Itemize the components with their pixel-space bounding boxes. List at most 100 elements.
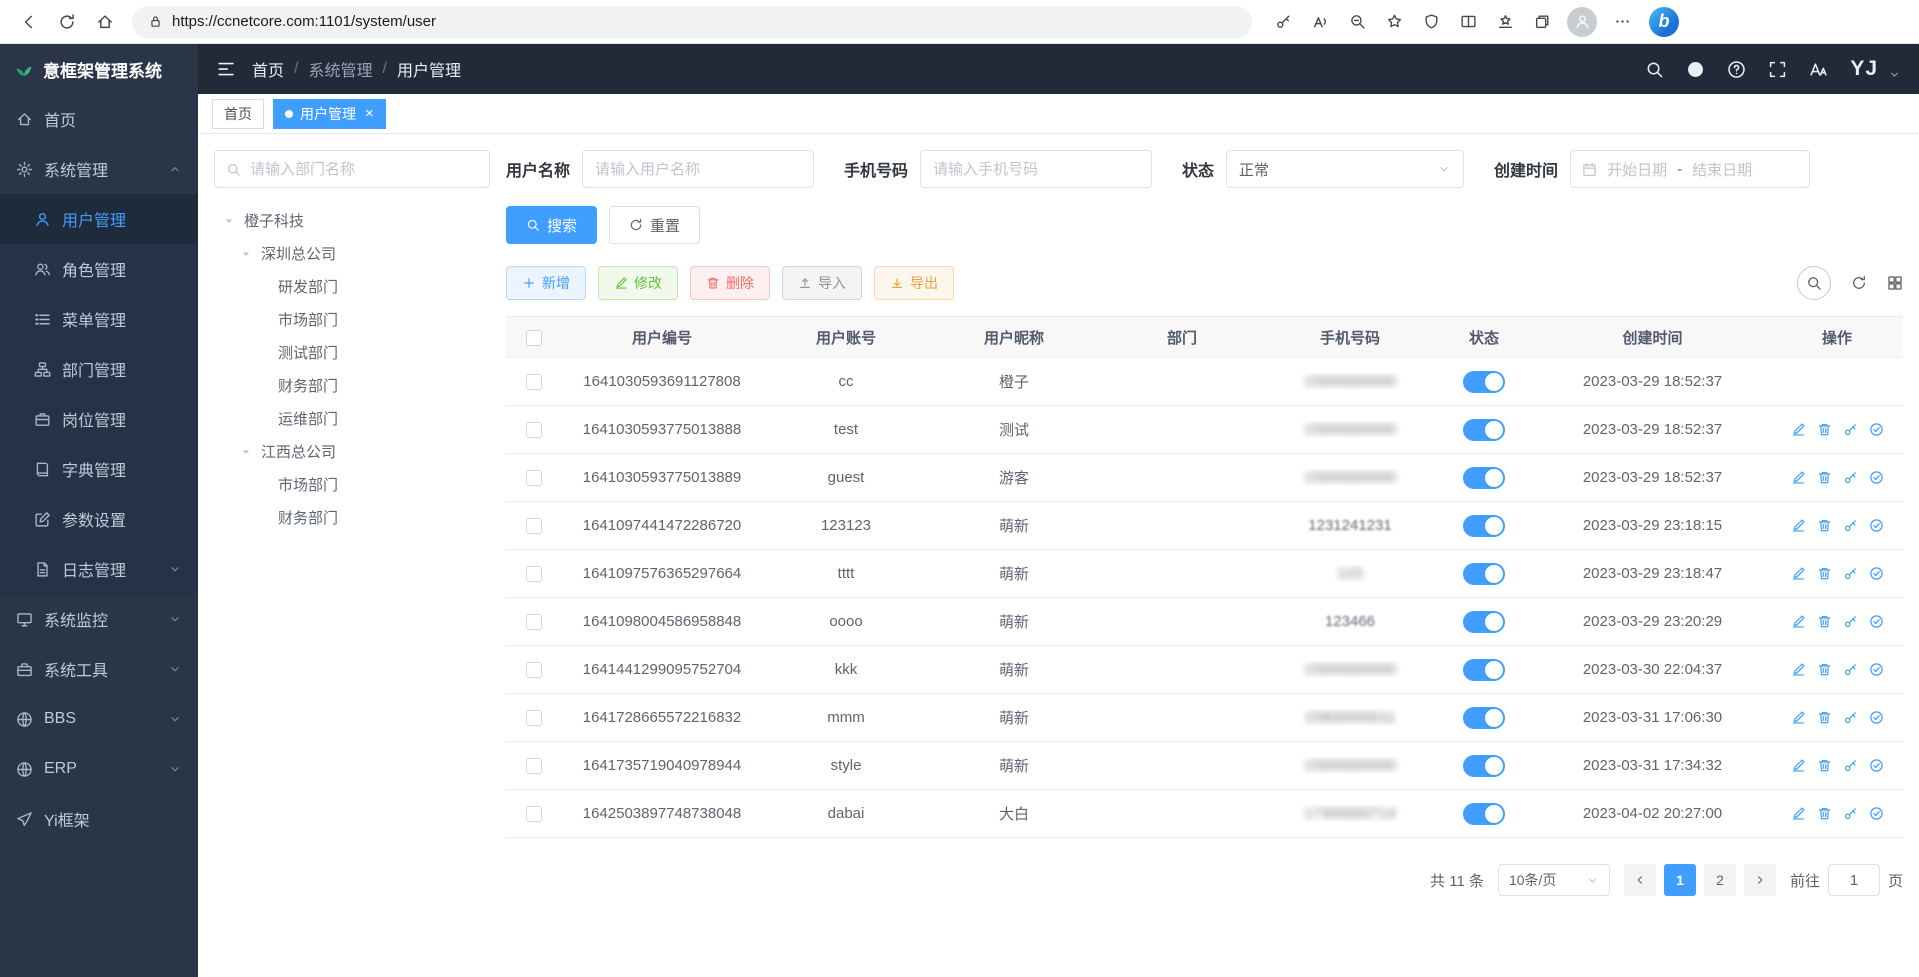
status-toggle[interactable]: [1463, 707, 1505, 729]
tree-node[interactable]: 江西总公司: [214, 435, 490, 468]
row-edit-icon[interactable]: [1791, 758, 1806, 773]
row-check-circle-icon[interactable]: [1869, 806, 1884, 821]
read-aloud-icon[interactable]: [1303, 5, 1337, 39]
sidebar-item-role[interactable]: 角色管理: [0, 244, 198, 294]
table-row[interactable]: 1642503897748738048dabai大白17300000714202…: [506, 790, 1903, 838]
home-icon[interactable]: [88, 5, 122, 39]
status-toggle[interactable]: [1463, 563, 1505, 585]
bing-icon[interactable]: b: [1649, 7, 1679, 37]
row-check-circle-icon[interactable]: [1869, 518, 1884, 533]
row-check-circle-icon[interactable]: [1869, 566, 1884, 581]
fullscreen-icon[interactable]: [1768, 60, 1787, 79]
key-icon[interactable]: [1266, 5, 1300, 39]
row-checkbox[interactable]: [526, 422, 542, 438]
row-key-icon[interactable]: [1843, 662, 1858, 677]
row-check-circle-icon[interactable]: [1869, 614, 1884, 629]
row-edit-icon[interactable]: [1791, 710, 1806, 725]
page-button-1[interactable]: 1: [1664, 864, 1696, 896]
sidebar-item-monitor[interactable]: 系统监控: [0, 594, 198, 644]
row-checkbox[interactable]: [526, 566, 542, 582]
row-checkbox[interactable]: [526, 710, 542, 726]
row-key-icon[interactable]: [1843, 518, 1858, 533]
row-trash-icon[interactable]: [1817, 662, 1832, 677]
row-key-icon[interactable]: [1843, 710, 1858, 725]
refresh-icon[interactable]: [1851, 275, 1867, 291]
zoom-out-icon[interactable]: [1340, 5, 1374, 39]
row-trash-icon[interactable]: [1817, 566, 1832, 581]
row-edit-icon[interactable]: [1791, 614, 1806, 629]
row-checkbox[interactable]: [526, 614, 542, 630]
star-add-icon[interactable]: [1377, 5, 1411, 39]
table-row[interactable]: 1641097576365297664tttt萌新1232023-03-29 2…: [506, 550, 1903, 598]
row-checkbox[interactable]: [526, 374, 542, 390]
table-row[interactable]: 1641030593775013889guest游客15000000000202…: [506, 454, 1903, 502]
row-key-icon[interactable]: [1843, 470, 1858, 485]
row-checkbox[interactable]: [526, 470, 542, 486]
table-row[interactable]: 1641097441472286720123123萌新1231241231202…: [506, 502, 1903, 550]
tree-node[interactable]: 财务部门: [214, 369, 490, 402]
status-toggle[interactable]: [1463, 803, 1505, 825]
edit-button[interactable]: 修改: [598, 266, 678, 300]
status-toggle[interactable]: [1463, 611, 1505, 633]
row-checkbox[interactable]: [526, 662, 542, 678]
next-page-button[interactable]: [1744, 864, 1776, 896]
status-select[interactable]: 正常: [1226, 150, 1464, 188]
sidebar-item-log[interactable]: 日志管理: [0, 544, 198, 594]
chevron-down-icon[interactable]: [1888, 68, 1901, 81]
search-icon[interactable]: [1645, 60, 1664, 79]
import-button[interactable]: 导入: [782, 266, 862, 300]
tab-用户管理[interactable]: 用户管理×: [273, 99, 386, 129]
url-text[interactable]: https://ccnetcore.com:1101/system/user: [172, 13, 436, 30]
profile-avatar[interactable]: [1567, 7, 1597, 37]
sidebar-item-bbs[interactable]: BBS: [0, 694, 198, 744]
split-screen-icon[interactable]: [1451, 5, 1485, 39]
add-button[interactable]: 新增: [506, 266, 586, 300]
row-key-icon[interactable]: [1843, 806, 1858, 821]
sidebar-item-dept[interactable]: 部门管理: [0, 344, 198, 394]
search-icon[interactable]: [1797, 266, 1831, 300]
page-size-select[interactable]: 10条/页: [1498, 864, 1610, 896]
row-trash-icon[interactable]: [1817, 710, 1832, 725]
row-trash-icon[interactable]: [1817, 470, 1832, 485]
row-trash-icon[interactable]: [1817, 758, 1832, 773]
reload-icon[interactable]: [50, 5, 84, 39]
sidebar-item-system[interactable]: 系统管理: [0, 144, 198, 194]
row-checkbox[interactable]: [526, 518, 542, 534]
search-button[interactable]: 搜索: [506, 206, 597, 244]
export-button[interactable]: 导出: [874, 266, 954, 300]
question-icon[interactable]: [1727, 60, 1746, 79]
sidebar-item-menu[interactable]: 菜单管理: [0, 294, 198, 344]
row-trash-icon[interactable]: [1817, 614, 1832, 629]
tree-node[interactable]: 橙子科技: [214, 204, 490, 237]
address-bar[interactable]: https://ccnetcore.com:1101/system/user: [132, 6, 1252, 38]
github-icon[interactable]: [1686, 60, 1705, 79]
row-trash-icon[interactable]: [1817, 422, 1832, 437]
tree-node[interactable]: 研发部门: [214, 270, 490, 303]
status-toggle[interactable]: [1463, 659, 1505, 681]
prev-page-button[interactable]: [1624, 864, 1656, 896]
favorites-bar-icon[interactable]: [1488, 5, 1522, 39]
table-row[interactable]: 1641728665572216832mmm萌新158000000112023-…: [506, 694, 1903, 742]
sidebar-item-home[interactable]: 首页: [0, 94, 198, 144]
table-row[interactable]: 1641030593691127808cc橙子150000000002023-0…: [506, 358, 1903, 406]
breadcrumb-item[interactable]: 用户管理: [397, 57, 461, 81]
close-icon[interactable]: ×: [365, 105, 374, 122]
table-row[interactable]: 1641441299095752704kkk萌新150000000002023-…: [506, 646, 1903, 694]
row-checkbox[interactable]: [526, 758, 542, 774]
breadcrumb-item[interactable]: 系统管理: [308, 57, 372, 81]
delete-button[interactable]: 删除: [690, 266, 770, 300]
row-check-circle-icon[interactable]: [1869, 470, 1884, 485]
status-toggle[interactable]: [1463, 371, 1505, 393]
page-button-2[interactable]: 2: [1704, 864, 1736, 896]
row-key-icon[interactable]: [1843, 758, 1858, 773]
sidebar-item-erp[interactable]: ERP: [0, 744, 198, 794]
dept-search-input[interactable]: [250, 161, 478, 178]
table-row[interactable]: 1641735719040978944style萌新15000000000202…: [506, 742, 1903, 790]
collections-icon[interactable]: [1525, 5, 1559, 39]
reset-button[interactable]: 重置: [609, 206, 700, 244]
row-key-icon[interactable]: [1843, 422, 1858, 437]
row-edit-icon[interactable]: [1791, 662, 1806, 677]
tree-node[interactable]: 市场部门: [214, 303, 490, 336]
row-trash-icon[interactable]: [1817, 806, 1832, 821]
table-row[interactable]: 1641098004586958848oooo萌新1234662023-03-2…: [506, 598, 1903, 646]
